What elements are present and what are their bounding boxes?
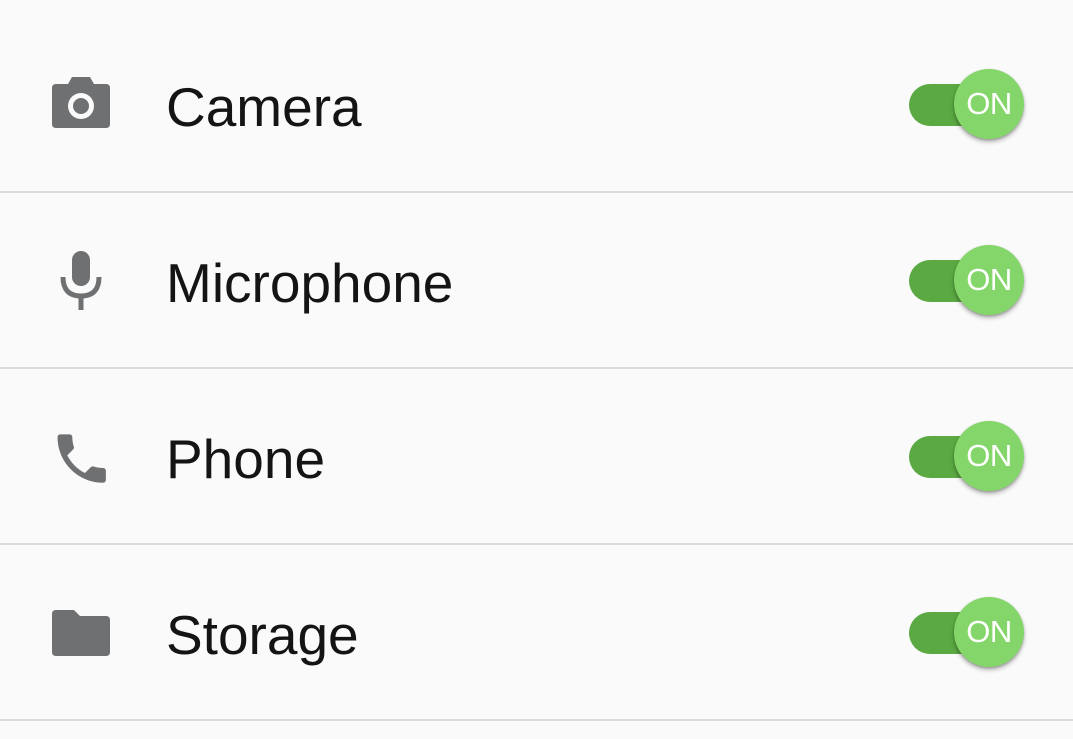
toggle-state: ON — [966, 614, 1012, 649]
permission-row-phone[interactable]: Phone ON — [0, 370, 1073, 545]
app-permissions-list: Camera ON Microphone ON Phone ON Storage… — [0, 0, 1073, 739]
camera-icon — [46, 70, 116, 140]
microphone-icon — [46, 246, 116, 316]
camera-toggle[interactable]: ON — [906, 64, 1032, 146]
permission-label: Camera — [166, 76, 362, 138]
permission-label: Phone — [166, 428, 326, 490]
toggle-state: ON — [966, 262, 1012, 297]
permission-label: Microphone — [166, 252, 454, 314]
permission-row-camera[interactable]: Camera ON — [0, 18, 1073, 193]
toggle-state: ON — [966, 438, 1012, 473]
permission-row-storage[interactable]: Storage ON — [0, 546, 1073, 721]
permission-row-microphone[interactable]: Microphone ON — [0, 194, 1073, 369]
phone-icon — [46, 422, 116, 492]
folder-icon — [46, 598, 116, 668]
storage-toggle[interactable]: ON — [906, 592, 1032, 674]
toggle-state: ON — [966, 86, 1012, 121]
permission-label: Storage — [166, 604, 359, 666]
phone-toggle[interactable]: ON — [906, 416, 1032, 498]
microphone-toggle[interactable]: ON — [906, 240, 1032, 322]
